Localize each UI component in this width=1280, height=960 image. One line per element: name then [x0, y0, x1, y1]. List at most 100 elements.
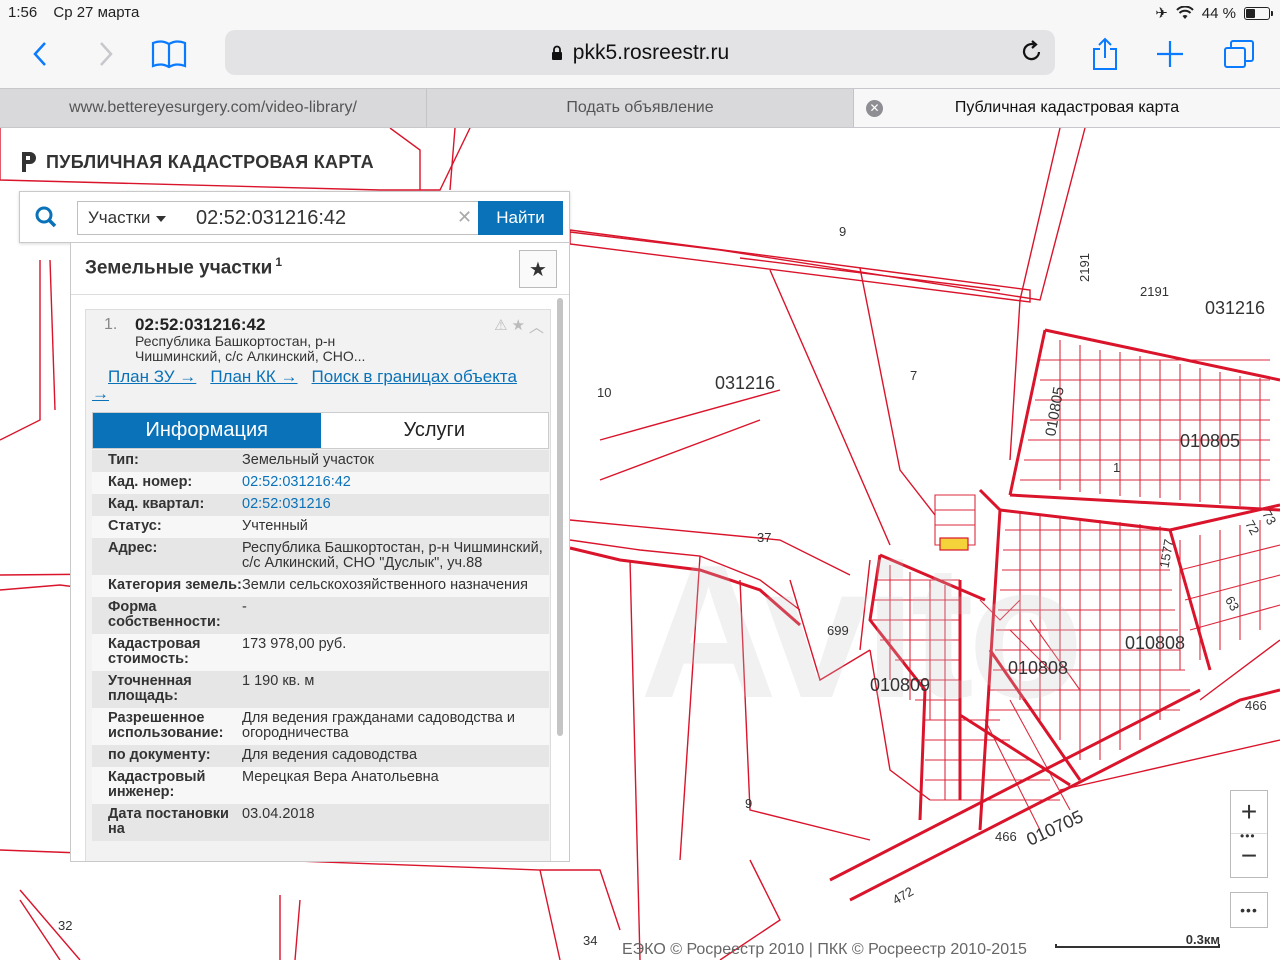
favorites-button[interactable]: ★: [519, 250, 557, 288]
info-row: Уточненная площадь: 1 190 кв. м: [92, 671, 549, 708]
map-label: 34: [583, 933, 598, 948]
info-value: Земельный участок: [242, 452, 374, 468]
map-label: 32: [58, 918, 73, 933]
info-key: по документу:: [108, 747, 211, 763]
info-key: Статус:: [108, 518, 162, 534]
info-key: Кад. квартал:: [108, 496, 205, 512]
search-bar: Участки 02:52:031216:42 ✕ Найти: [19, 191, 570, 243]
share-button[interactable]: [1090, 36, 1120, 72]
new-tab-button[interactable]: [1155, 36, 1185, 72]
zoom-controls: + − •••: [1230, 790, 1268, 878]
info-row: Категория земель: Земли сельскохозяйствен…: [92, 575, 549, 597]
map-label: 2191: [1076, 253, 1092, 282]
tab-label: Подать объявление: [566, 99, 714, 116]
map-label: 9: [839, 224, 847, 239]
tab-services[interactable]: Услуги: [320, 413, 548, 448]
more-dots-icon: •••: [1240, 902, 1258, 918]
chevron-down-icon: [156, 215, 167, 222]
info-row: Разрешенное использование: Для ведения гр…: [92, 708, 549, 745]
info-key: Кад. номер:: [108, 474, 193, 490]
info-value-link[interactable]: 02:52:031216: [242, 497, 549, 512]
info-key: Форма собственности:: [108, 599, 221, 630]
info-row: по документу: Для ведения садоводства: [92, 745, 549, 767]
info-row: Статус: Учтенный: [92, 516, 549, 538]
scrollbar[interactable]: [557, 298, 563, 736]
info-key: Кадастровая стоимость:: [108, 636, 201, 667]
info-row: Кадастровая стоимость: 173 978,00 руб.: [92, 634, 549, 671]
chevron-up-icon[interactable]: ︿: [529, 316, 544, 337]
map-label: 031216: [1205, 298, 1266, 318]
search-icon[interactable]: [34, 205, 58, 229]
map-scale: 0.3км: [1055, 932, 1220, 952]
plan-zu-link[interactable]: План ЗУ →: [108, 367, 196, 386]
info-value: 03.04.2018: [242, 806, 315, 822]
tab-information[interactable]: Информация: [93, 413, 321, 448]
map-label: 1: [1113, 460, 1121, 475]
app-brand: ПУБЛИЧНАЯ КАДАСТРОВАЯ КАРТА: [20, 150, 374, 174]
status-date: Ср 27 марта: [53, 4, 140, 21]
info-value: Земли сельскохозяйственного назначения: [242, 577, 528, 593]
map-label: 7: [910, 368, 918, 383]
info-value: 1 190 кв. м: [242, 673, 315, 689]
results-panel: Земельные участки 1 ★ 1. 02:52:031216:42 …: [70, 242, 570, 862]
tab-label: Публичная кадастровая карта: [954, 99, 1180, 116]
info-key: Категория земель:: [108, 577, 242, 593]
status-time: 1:56: [8, 4, 38, 21]
map-label: 9: [745, 796, 753, 811]
tab-ad[interactable]: Подать объявление: [427, 89, 854, 127]
star-icon[interactable]: ★: [512, 316, 525, 337]
info-value: Республика Башкортостан, р-н Чишминский,…: [242, 540, 543, 571]
map-label: 031216: [715, 373, 776, 393]
result-links: План ЗУ → План КК → Поиск в границах объек…: [92, 368, 532, 402]
plan-kk-link[interactable]: План КК →: [210, 367, 297, 386]
info-table: Тип: Земельный участок Кад. номер: 02:52:0…: [92, 450, 549, 841]
tab-cadastral-map[interactable]: ✕ Публичная кадастровая карта: [854, 89, 1280, 127]
result-address: Республика Башкортостан, р-н Чишминский,…: [135, 333, 366, 364]
forward-button[interactable]: [92, 36, 120, 72]
search-button[interactable]: Найти: [478, 201, 563, 235]
info-value: Учтенный: [242, 518, 308, 534]
search-type-select[interactable]: Участки: [77, 201, 182, 235]
book-icon: [151, 40, 187, 69]
result-cadastral-id[interactable]: 02:52:031216:42: [135, 315, 265, 335]
reload-icon[interactable]: [1021, 39, 1043, 63]
app-title: ПУБЛИЧНАЯ КАДАСТРОВАЯ КАРТА: [46, 151, 374, 172]
lock-icon: [551, 45, 562, 60]
tab-bettereyesurgery[interactable]: www.bettereyesurgery.com/video-library/: [0, 89, 427, 127]
search-type-label: Участки: [88, 208, 151, 227]
more-dots-icon: •••: [1240, 829, 1256, 843]
rosreestr-logo-icon: [22, 152, 36, 172]
back-button[interactable]: [26, 36, 54, 72]
panel-title-text: Земельные участки: [85, 257, 273, 279]
map-label: 010805: [1180, 431, 1241, 451]
panel-title: Земельные участки 1: [85, 255, 282, 279]
warning-icon[interactable]: ⚠: [494, 316, 507, 337]
clear-icon[interactable]: ✕: [457, 207, 472, 228]
info-key: Тип:: [108, 452, 139, 468]
info-value: Для ведения гражданами садоводства и ого…: [242, 710, 515, 741]
info-row: Дата постановки на 03.04.2018: [92, 804, 549, 841]
address-bar[interactable]: pkk5.rosreestr.ru: [225, 30, 1055, 75]
map-label: 466: [1245, 698, 1267, 713]
tab-label: www.bettereyesurgery.com/video-library/: [69, 99, 357, 116]
browser-toolbar: pkk5.rosreestr.ru: [0, 26, 1280, 88]
result-tabs: Информация Услуги: [92, 412, 549, 449]
battery-icon: [1244, 6, 1273, 20]
info-value-link[interactable]: 02:52:031216:42: [242, 475, 549, 490]
map-label: 2191: [1140, 284, 1169, 299]
search-input[interactable]: 02:52:031216:42: [181, 201, 479, 235]
share-icon: [1093, 37, 1117, 70]
tabs-icon: [1224, 40, 1254, 68]
close-icon[interactable]: ✕: [866, 100, 883, 117]
info-row: Форма собственности: -: [92, 597, 549, 634]
info-row: Кад. номер: 02:52:031216:42: [92, 472, 549, 494]
zoom-in-button[interactable]: +: [1231, 791, 1267, 834]
info-row: Адрес: Республика Башкортостан, р-н Чишми…: [92, 538, 549, 575]
tabs-overview-button[interactable]: [1222, 36, 1256, 72]
more-tools-button[interactable]: •••: [1230, 892, 1268, 928]
chevron-right-icon: [100, 42, 113, 66]
info-value: Для ведения садоводства: [242, 747, 418, 763]
map-label: 010808: [1008, 658, 1069, 678]
bookmarks-button[interactable]: [150, 36, 188, 72]
browser-tabs: www.bettereyesurgery.com/video-library/ …: [0, 88, 1280, 128]
